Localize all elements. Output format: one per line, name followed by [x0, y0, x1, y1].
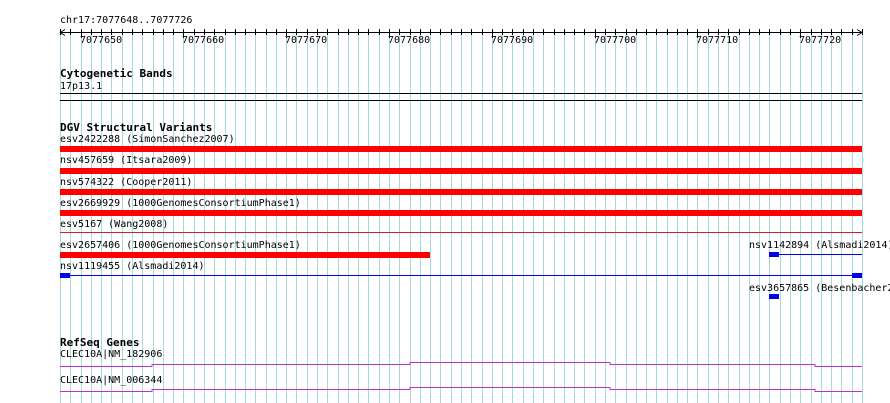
refseq-gene-line: [60, 387, 862, 392]
refseq-gene-line: [60, 362, 862, 367]
genome-browser: chr17:7077648..7077726 7077650 7077660 707…: [0, 0, 890, 403]
refseq-gene-lines: [60, 362, 862, 392]
